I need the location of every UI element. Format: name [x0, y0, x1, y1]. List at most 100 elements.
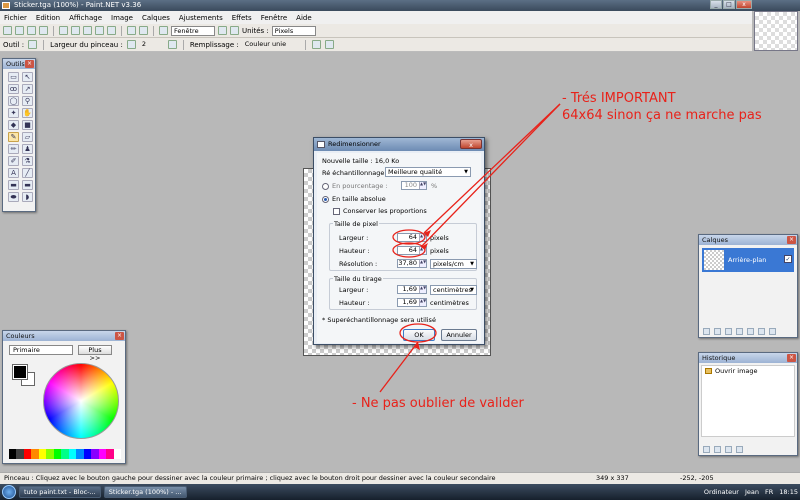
paste-icon[interactable] — [83, 26, 92, 35]
gradient-icon[interactable]: ■ — [22, 120, 33, 130]
units-select[interactable]: Pixels — [271, 25, 316, 36]
dialog-close-button[interactable]: x — [460, 139, 482, 149]
duplicate-layer-icon[interactable] — [725, 328, 732, 335]
start-button[interactable] — [2, 485, 16, 499]
ruler-icon[interactable] — [230, 26, 239, 35]
cancel-button[interactable]: Annuler — [441, 329, 477, 341]
paintbrush-icon[interactable] — [28, 40, 38, 49]
spin-icon[interactable]: ▲▼ — [419, 182, 426, 189]
redo-icon[interactable] — [725, 446, 732, 453]
resolution-input[interactable]: 37,80 ▲▼ — [397, 259, 427, 268]
resolution-unit-select[interactable]: pixels/cm ▼ — [430, 259, 477, 269]
print-width-input[interactable]: 1,69 ▲▼ — [397, 285, 427, 294]
tray-computer[interactable]: Ordinateur — [704, 486, 739, 498]
history-panel-title[interactable]: Historique × — [699, 353, 797, 363]
ellipse-select-icon[interactable]: ◯ — [8, 96, 19, 106]
close-button[interactable]: x — [736, 0, 752, 9]
spin-icon[interactable]: ▲▼ — [419, 299, 426, 306]
antialias-icon[interactable] — [311, 40, 321, 49]
fill-select[interactable]: Couleur unie — [243, 40, 299, 50]
tray-user[interactable]: Jean — [745, 486, 759, 498]
fast-forward-icon[interactable] — [736, 446, 743, 453]
open-file-icon[interactable] — [15, 26, 24, 35]
crop-icon[interactable] — [95, 26, 104, 35]
color-palette[interactable] — [9, 449, 122, 459]
color-picker-icon[interactable]: ⚗ — [22, 156, 33, 166]
print-height-input[interactable]: 1,69 ▲▼ — [397, 298, 427, 307]
keep-ratio-checkbox[interactable] — [333, 208, 340, 215]
close-icon[interactable]: × — [115, 332, 124, 340]
lasso-icon[interactable]: ꝏ — [8, 84, 19, 94]
move-icon[interactable]: ↖ — [22, 72, 33, 82]
clock[interactable]: 18:15 — [779, 486, 798, 498]
color-wheel[interactable] — [43, 363, 119, 439]
add-layer-icon[interactable] — [703, 328, 710, 335]
undo-icon[interactable] — [714, 446, 721, 453]
layer-properties-icon[interactable] — [769, 328, 776, 335]
resampling-select[interactable]: Meilleure qualité ▼ — [385, 167, 471, 177]
bucket-icon[interactable]: ◆ — [8, 120, 19, 130]
line-icon[interactable]: ╱ — [22, 168, 33, 178]
menu-effets[interactable]: Effets — [232, 14, 252, 22]
more-colors-button[interactable]: Plus >> — [78, 345, 112, 362]
layer-item[interactable]: Arrière-plan ✓ — [702, 248, 794, 272]
clone-stamp-icon[interactable]: ♟ — [22, 144, 33, 154]
primary-color-swatch[interactable] — [12, 364, 28, 380]
merge-layer-icon[interactable] — [736, 328, 743, 335]
taskbar-item-paintnet[interactable]: Sticker.tga (100%) - ... — [103, 486, 187, 498]
undo-icon[interactable] — [127, 26, 136, 35]
rewind-icon[interactable] — [703, 446, 710, 453]
redo-icon[interactable] — [139, 26, 148, 35]
recolor-icon[interactable]: ✐ — [8, 156, 19, 166]
eraser-icon[interactable]: ▱ — [22, 132, 33, 142]
pan-icon[interactable]: ✋ — [22, 108, 33, 118]
tray-language[interactable]: FR — [765, 486, 773, 498]
image-thumbnail[interactable] — [754, 11, 798, 51]
width-input[interactable]: 64 ▲▼ — [397, 233, 427, 242]
rectangle-icon[interactable]: ▬ — [8, 180, 19, 190]
text-icon[interactable]: A — [8, 168, 19, 178]
grid-icon[interactable] — [218, 26, 227, 35]
paintbrush-tool-icon[interactable]: ✎ — [8, 132, 19, 142]
close-icon[interactable]: × — [787, 236, 796, 244]
menu-ajustements[interactable]: Ajustements — [179, 14, 223, 22]
height-input[interactable]: 64 ▲▼ — [397, 246, 427, 255]
spin-icon[interactable]: ▲▼ — [419, 286, 426, 293]
menu-edition[interactable]: Edition — [36, 14, 60, 22]
spin-icon[interactable]: ▲▼ — [419, 234, 426, 241]
dialog-title-bar[interactable]: Redimensionner x — [314, 138, 484, 151]
print-icon[interactable] — [39, 26, 48, 35]
pencil-icon[interactable]: ✏ — [8, 144, 19, 154]
new-file-icon[interactable] — [3, 26, 12, 35]
ok-button[interactable]: OK — [403, 329, 435, 341]
rounded-rectangle-icon[interactable]: ▬ — [22, 180, 33, 190]
tools-panel-title[interactable]: Outils × — [3, 59, 35, 69]
increase-icon[interactable] — [167, 40, 177, 49]
zoom-tool-icon[interactable]: ⚲ — [22, 96, 33, 106]
percent-radio[interactable] — [322, 183, 329, 190]
spin-icon[interactable]: ▲▼ — [419, 247, 426, 254]
close-icon[interactable]: × — [787, 354, 796, 362]
colors-panel-title[interactable]: Couleurs × — [3, 331, 125, 341]
menu-fenetre[interactable]: Fenêtre — [261, 14, 287, 22]
minimize-button[interactable]: _ — [710, 0, 722, 9]
cut-icon[interactable] — [59, 26, 68, 35]
save-icon[interactable] — [27, 26, 36, 35]
move-up-icon[interactable] — [747, 328, 754, 335]
move-selection-icon[interactable]: ↗ — [22, 84, 33, 94]
menu-affichage[interactable]: Affichage — [69, 14, 102, 22]
delete-layer-icon[interactable] — [714, 328, 721, 335]
menu-calques[interactable]: Calques — [142, 14, 170, 22]
taskbar-item-notepad[interactable]: tuto paint.txt - Bloc-... — [19, 486, 101, 498]
percent-input[interactable]: 100 ▲▼ — [401, 181, 427, 190]
menu-fichier[interactable]: Fichier — [4, 14, 27, 22]
layers-panel-title[interactable]: Calques × — [699, 235, 797, 245]
color-mode-select[interactable]: Primaire — [9, 345, 73, 355]
history-item[interactable]: Ouvrir image — [702, 366, 794, 376]
menu-image[interactable]: Image — [111, 14, 133, 22]
print-width-unit-select[interactable]: centimètres ▼ — [430, 285, 477, 295]
brush-width-value[interactable]: 2 — [140, 40, 164, 50]
spin-icon[interactable]: ▲▼ — [419, 260, 426, 267]
menu-aide[interactable]: Aide — [296, 14, 311, 22]
window-select[interactable]: Fenêtre — [171, 25, 215, 36]
